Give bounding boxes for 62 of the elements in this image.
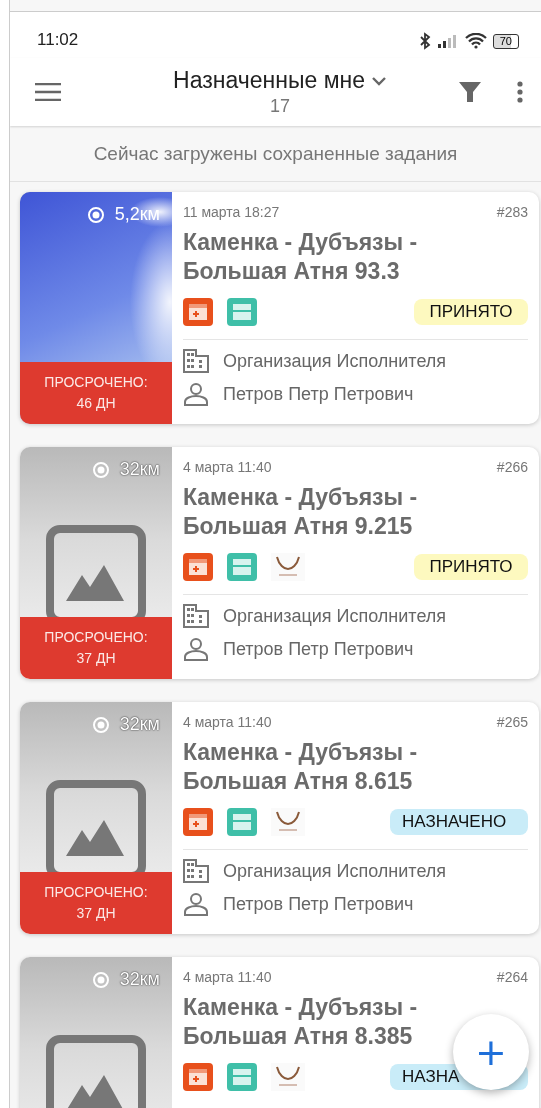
task-date: 11 марта 18:27 bbox=[183, 204, 280, 220]
assignee-name: Петров Петр Петрович bbox=[223, 638, 414, 660]
task-number: #265 bbox=[496, 714, 528, 730]
status-badge: НАЗНАЧЕНО bbox=[390, 809, 528, 835]
document-add-icon bbox=[183, 1063, 213, 1091]
screen-title[interactable]: Назначенные мне bbox=[173, 67, 365, 94]
task-title: Каменка - Дубъязы - Большая Атня 9.215 bbox=[183, 483, 419, 541]
organization-name: Организация Исполнителя bbox=[223, 350, 447, 372]
status-badge: ПРИНЯТО bbox=[414, 299, 528, 325]
location-icon bbox=[91, 715, 110, 734]
building-icon bbox=[183, 859, 209, 883]
task-title: Каменка - Дубъязы - Большая Атня 8.615 bbox=[183, 738, 419, 796]
task-number: #264 bbox=[496, 969, 528, 985]
chevron-down-icon[interactable] bbox=[370, 75, 387, 86]
distance-label: 32км bbox=[119, 714, 160, 735]
assignee-name: Петров Петр Петрович bbox=[223, 383, 414, 405]
task-title: Каменка - Дубъязы - Большая Атня 93.3 bbox=[183, 228, 419, 286]
signal-icon bbox=[436, 34, 459, 48]
document-add-icon bbox=[183, 298, 213, 326]
building-icon bbox=[183, 349, 209, 373]
distance-label: 32км bbox=[119, 459, 160, 480]
building-icon bbox=[183, 604, 209, 628]
location-icon bbox=[91, 970, 110, 989]
person-icon bbox=[183, 637, 209, 661]
filter-icon[interactable] bbox=[459, 81, 481, 103]
task-date: 4 марта 11:40 bbox=[183, 459, 272, 475]
task-card[interactable]: 32км ПРОСРОЧЕНО: 37 ДН 4 марта 11:40 #266 Каменка - Дубъязы - Большая Атня 9.215 ПРИНЯТО Организация Исполнителя Петров Петр Петрович bbox=[20, 447, 539, 679]
document-icon bbox=[227, 808, 257, 836]
person-icon bbox=[183, 892, 209, 916]
bluetooth-icon bbox=[418, 32, 431, 50]
document-add-icon bbox=[183, 553, 213, 581]
image-placeholder-icon bbox=[46, 1035, 146, 1108]
task-date: 4 марта 11:40 bbox=[183, 714, 272, 730]
task-date: 4 марта 11:40 bbox=[183, 969, 272, 985]
document-icon bbox=[227, 553, 257, 581]
location-icon bbox=[91, 460, 110, 479]
overdue-label: ПРОСРОЧЕНО: 37 ДН bbox=[20, 617, 172, 679]
status-time: 11:02 bbox=[37, 30, 79, 50]
location-icon bbox=[86, 205, 105, 224]
document-add-icon bbox=[183, 808, 213, 836]
offline-notice: Сейчас загружены сохраненные задания bbox=[93, 142, 458, 165]
organization-name: Организация Исполнителя bbox=[223, 605, 447, 627]
overdue-label: ПРОСРОЧЕНО: 37 ДН bbox=[20, 872, 172, 934]
document-icon bbox=[227, 1063, 257, 1091]
distance-label: 5,2км bbox=[114, 204, 160, 225]
person-icon bbox=[183, 382, 209, 406]
status-badge: ПРИНЯТО bbox=[414, 554, 528, 580]
overdue-label: ПРОСРОЧЕНО: 46 ДН bbox=[20, 362, 172, 424]
task-count: 17 bbox=[270, 96, 290, 117]
document-icon bbox=[227, 298, 257, 326]
menu-icon[interactable] bbox=[35, 83, 61, 101]
task-number: #266 bbox=[496, 459, 528, 475]
task-card[interactable]: 32км ПРОСРОЧЕНО: 37 ДН 4 марта 11:40 #265 Каменка - Дубъязы - Большая Атня 8.615 НАЗНАЧЕНО Организация Исполнителя Петров Петр Петрович bbox=[20, 702, 539, 934]
assignee-name: Петров Петр Петрович bbox=[223, 893, 414, 915]
more-options-icon[interactable] bbox=[517, 81, 523, 103]
task-title: Каменка - Дубъязы - Большая Атня 8.385 bbox=[183, 993, 419, 1051]
distance-label: 32км bbox=[119, 969, 160, 990]
wifi-icon bbox=[464, 33, 487, 49]
organization-name: Организация Исполнителя bbox=[223, 860, 447, 882]
task-number: #283 bbox=[496, 204, 528, 220]
battery-indicator: 70 bbox=[492, 33, 519, 49]
task-card[interactable]: 5,2км ПРОСРОЧЕНО: 46 ДН 11 марта 18:27 #283 Каменка - Дубъязы - Большая Атня 93.3 ПРИНЯТО Организация Исполнителя Петров Петр Петрович bbox=[20, 192, 539, 424]
